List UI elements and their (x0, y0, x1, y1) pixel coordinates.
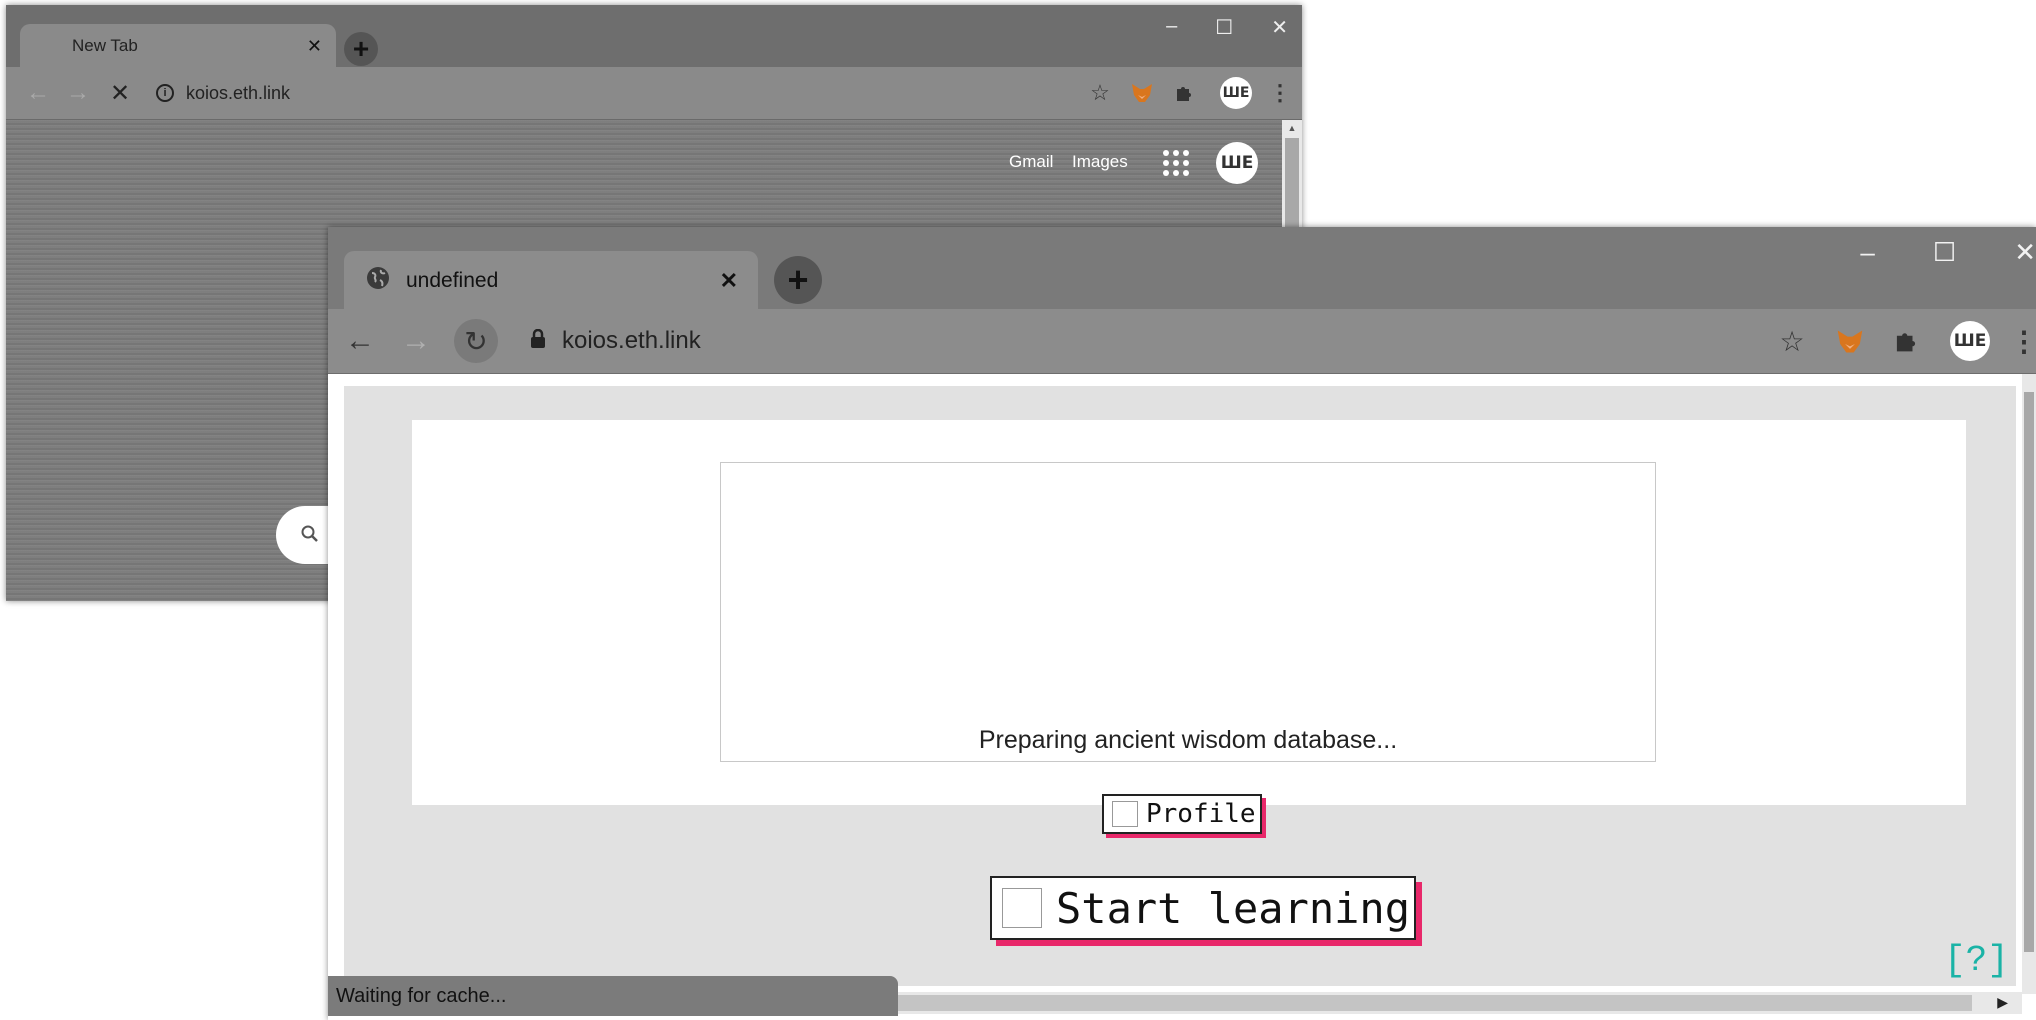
start-learning-label: Start learning (1056, 883, 1411, 933)
minimize-icon[interactable]: – (1860, 237, 1874, 268)
profile-avatar[interactable]: ШE (1220, 77, 1252, 109)
address-bar[interactable]: i koios.eth.link (156, 75, 956, 111)
maximize-icon[interactable]: ☐ (1933, 237, 1956, 268)
tab-undefined[interactable]: undefined ✕ (344, 251, 758, 310)
toolbar: ← → ↻ koios.eth.link ☆ ШE ⋮ (328, 309, 2036, 374)
info-icon: i (156, 84, 174, 102)
minimize-icon[interactable]: – (1166, 15, 1177, 40)
new-tab-button[interactable]: + (344, 32, 378, 66)
window-controls: – ☐ ✕ (1860, 237, 2036, 268)
new-tab-button[interactable]: + (774, 256, 822, 304)
plus-icon: + (787, 259, 809, 300)
search-icon (300, 524, 320, 549)
toolbar: ← → ✕ i koios.eth.link ☆ ШE ⋮ (6, 67, 1302, 120)
apps-grid-icon[interactable] (1163, 150, 1189, 176)
profile-label: Profile (1146, 799, 1256, 829)
page-viewport: Preparing ancient wisdom database... Pro… (328, 374, 2036, 1020)
status-text: Waiting for cache... (336, 984, 507, 1007)
puzzle-extensions-icon[interactable] (1170, 79, 1198, 107)
close-icon[interactable]: ✕ (2014, 237, 2036, 268)
forward-arrow-icon[interactable]: → (64, 79, 92, 107)
stop-icon[interactable]: ✕ (106, 79, 134, 107)
loading-text: Preparing ancient wisdom database... (978, 726, 1398, 754)
lock-icon (530, 328, 546, 354)
star-icon[interactable]: ☆ (1776, 325, 1808, 357)
scroll-thumb[interactable] (2024, 392, 2034, 952)
back-arrow-icon[interactable]: ← (24, 79, 52, 107)
forward-arrow-icon[interactable]: → (400, 324, 432, 357)
content-card: Preparing ancient wisdom database... (412, 420, 1966, 805)
window-controls: – ☐ ✕ (1166, 15, 1288, 40)
back-arrow-icon[interactable]: ← (344, 324, 376, 357)
tab-close-icon[interactable]: ✕ (720, 268, 738, 294)
gmail-link[interactable]: Gmail (1009, 152, 1053, 172)
profile-checkbox[interactable] (1112, 801, 1138, 827)
page-background: Preparing ancient wisdom database... Pro… (344, 386, 2016, 986)
metamask-fox-icon[interactable] (1128, 79, 1156, 107)
url-text: koios.eth.link (562, 327, 701, 354)
tab-title: undefined (406, 268, 499, 292)
kebab-menu-icon[interactable]: ⋮ (2010, 323, 2036, 359)
scroll-up-arrow[interactable]: ▲ (1282, 120, 1302, 136)
tab-new-tab[interactable]: New Tab ✕ (20, 24, 336, 68)
profile-toggle[interactable]: Profile (1102, 794, 1262, 834)
plus-icon: + (352, 33, 370, 64)
images-link[interactable]: Images (1072, 152, 1128, 172)
puzzle-extensions-icon[interactable] (1890, 325, 1922, 357)
scroll-thumb[interactable] (1285, 138, 1299, 228)
globe-icon (366, 266, 390, 296)
start-learning-checkbox[interactable] (1002, 888, 1042, 928)
account-avatar[interactable]: ШE (1216, 142, 1258, 184)
status-bubble: Waiting for cache... (328, 976, 898, 1016)
start-learning-toggle[interactable]: Start learning (990, 876, 1417, 940)
reload-icon[interactable]: ↻ (454, 319, 498, 363)
star-icon[interactable]: ☆ (1086, 79, 1114, 107)
metamask-fox-icon[interactable] (1834, 325, 1866, 357)
url-text: koios.eth.link (186, 82, 291, 103)
profile-avatar[interactable]: ШE (1950, 321, 1990, 361)
tab-title: New Tab (72, 36, 138, 55)
tab-close-icon[interactable]: ✕ (307, 36, 322, 57)
kebab-menu-icon[interactable]: ⋮ (1269, 79, 1291, 107)
close-icon[interactable]: ✕ (1271, 15, 1288, 40)
address-bar[interactable]: koios.eth.link (518, 319, 1798, 363)
help-link[interactable]: [?] (1944, 940, 2009, 981)
vertical-scrollbar[interactable] (2022, 374, 2036, 994)
scroll-right-arrow[interactable]: ▶ (1997, 994, 2008, 1011)
browser-window-front: undefined ✕ + – ☐ ✕ ← → ↻ koios.eth.link… (328, 227, 2036, 1020)
loading-panel: Preparing ancient wisdom database... (720, 462, 1656, 762)
maximize-icon[interactable]: ☐ (1215, 15, 1233, 40)
